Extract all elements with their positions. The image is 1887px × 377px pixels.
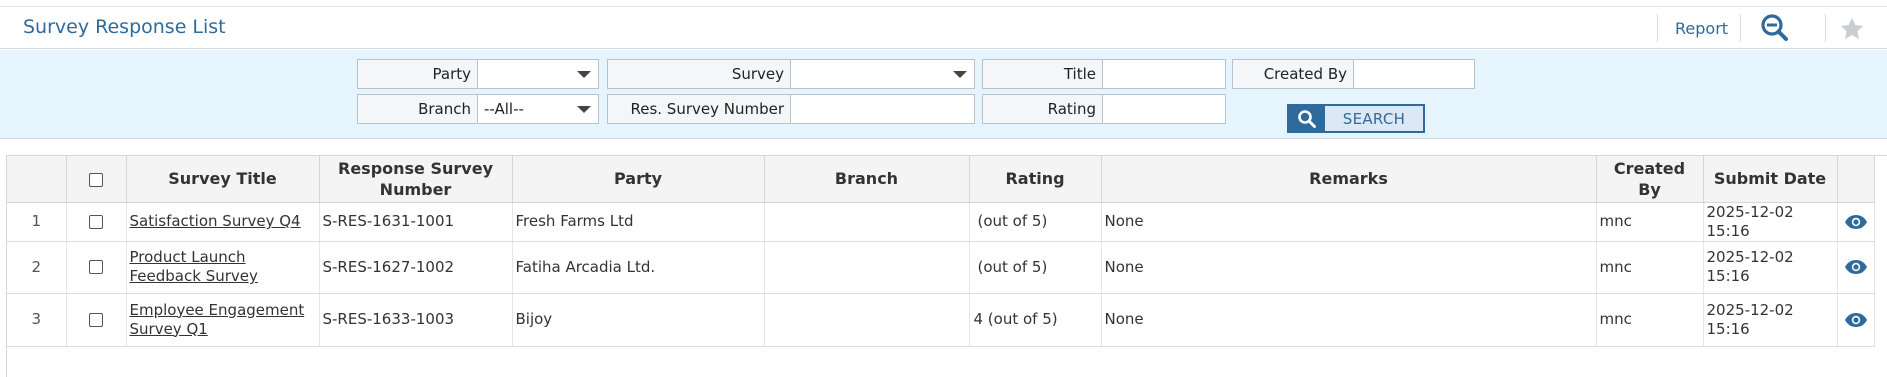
zoom-out-icon[interactable] [1760, 13, 1790, 43]
select-all-checkbox-cell [66, 156, 127, 203]
table-row: 3 Employee Engagement Survey Q1 S-RES-16… [7, 293, 1875, 347]
chevron-down-icon [953, 71, 967, 78]
remarks-header[interactable]: Remarks [1101, 156, 1597, 203]
row-checkbox[interactable] [89, 260, 103, 274]
report-link[interactable]: Report [1675, 19, 1728, 38]
response-number-cell: S-RES-1627-1002 [319, 241, 513, 294]
title-input[interactable] [1103, 60, 1225, 88]
row-number: 2 [7, 241, 67, 294]
search-icon [1289, 106, 1325, 131]
survey-title-link[interactable]: Employee Engagement Survey Q1 [130, 301, 305, 338]
row-checkbox[interactable] [89, 214, 103, 229]
star-icon[interactable] [1838, 15, 1866, 43]
title-filter: Title [982, 59, 1226, 89]
branch-cell [764, 293, 970, 347]
chevron-down-icon [577, 71, 591, 78]
branch-cell [764, 202, 970, 242]
survey-select[interactable] [791, 60, 974, 88]
survey-title-cell: Product Launch Feedback Survey [126, 241, 320, 294]
row-number: 3 [7, 293, 67, 347]
actions-header [1837, 156, 1875, 203]
row-number: 1 [7, 202, 67, 242]
party-cell: Fresh Farms Ltd [512, 202, 765, 242]
party-cell: Bijoy [512, 293, 765, 347]
header-divider [1825, 14, 1826, 42]
survey-title-link[interactable]: Satisfaction Survey Q4 [130, 212, 301, 230]
row-checkbox-cell [66, 293, 127, 347]
table-row: 2 Product Launch Feedback Survey S-RES-1… [7, 241, 1875, 294]
response-number-cell: S-RES-1633-1003 [319, 293, 513, 347]
submit-date-cell: 2025-12-02 15:16 [1703, 241, 1838, 294]
created-by-input[interactable] [1354, 60, 1474, 88]
rating-input[interactable] [1103, 95, 1225, 123]
remarks-cell: None [1101, 293, 1597, 347]
branch-label: Branch [358, 95, 478, 123]
created-by-filter: Created By [1232, 59, 1475, 89]
party-label: Party [358, 60, 478, 88]
view-action-cell [1837, 293, 1875, 347]
rating-cell: (out of 5) [969, 241, 1102, 294]
submit-date-header[interactable]: Submit Date [1703, 156, 1838, 203]
party-filter: Party [357, 59, 599, 89]
survey-response-table: Survey Title Response Survey Number Part… [6, 155, 1887, 377]
rating-cell: (out of 5) [969, 202, 1102, 242]
eye-icon[interactable] [1844, 312, 1868, 328]
row-number-header [7, 156, 67, 203]
page-title: Survey Response List [23, 16, 226, 38]
survey-title-cell: Satisfaction Survey Q4 [126, 202, 320, 242]
survey-title-header[interactable]: Survey Title [126, 156, 320, 203]
chevron-down-icon [577, 106, 591, 113]
party-select[interactable] [478, 60, 598, 88]
res-survey-number-label: Res. Survey Number [608, 95, 791, 123]
branch-select[interactable]: --All-- [478, 95, 598, 123]
search-button[interactable]: SEARCH [1287, 104, 1425, 133]
filter-panel: Party Survey Title Created By Branch --A… [0, 50, 1887, 139]
survey-filter: Survey [607, 59, 975, 89]
response-number-header[interactable]: Response Survey Number [319, 156, 513, 203]
view-action-cell [1837, 241, 1875, 294]
rating-cell: 4 (out of 5) [969, 293, 1102, 347]
submit-date-cell: 2025-12-02 15:16 [1703, 202, 1838, 242]
rating-header[interactable]: Rating [969, 156, 1102, 203]
survey-title-link[interactable]: Product Launch Feedback Survey [130, 248, 258, 285]
survey-title-cell: Employee Engagement Survey Q1 [126, 293, 320, 347]
submit-date-cell: 2025-12-02 15:16 [1703, 293, 1838, 347]
header-divider [1657, 14, 1658, 42]
created-by-label: Created By [1233, 60, 1354, 88]
search-button-label: SEARCH [1342, 109, 1406, 128]
created-by-header[interactable]: Created By [1596, 156, 1704, 203]
eye-icon[interactable] [1844, 259, 1868, 275]
branch-cell [764, 241, 970, 294]
rating-filter: Rating [982, 94, 1226, 124]
rating-label: Rating [983, 95, 1103, 123]
created-by-cell: mnc [1596, 202, 1704, 242]
view-action-cell [1837, 202, 1875, 242]
branch-filter: Branch --All-- [357, 94, 599, 124]
table-header-row: Survey Title Response Survey Number Part… [7, 156, 1875, 203]
row-checkbox-cell [66, 202, 127, 242]
remarks-cell: None [1101, 241, 1597, 294]
table-row: 1 Satisfaction Survey Q4 S-RES-1631-1001… [7, 202, 1875, 242]
header-divider [1740, 14, 1741, 42]
branch-select-value: --All-- [484, 100, 524, 118]
response-number-cell: S-RES-1631-1001 [319, 202, 513, 242]
row-checkbox-cell [66, 241, 127, 294]
page-header: Survey Response List Report [0, 7, 1887, 49]
eye-icon[interactable] [1844, 214, 1868, 230]
remarks-cell: None [1101, 202, 1597, 242]
branch-header[interactable]: Branch [764, 156, 970, 203]
survey-label: Survey [608, 60, 791, 88]
party-cell: Fatiha Arcadia Ltd. [512, 241, 765, 294]
res-survey-number-filter: Res. Survey Number [607, 94, 975, 124]
created-by-cell: mnc [1596, 241, 1704, 294]
row-checkbox[interactable] [89, 312, 103, 327]
select-all-checkbox[interactable] [89, 172, 103, 187]
created-by-cell: mnc [1596, 293, 1704, 347]
res-survey-number-input[interactable] [791, 95, 974, 123]
title-label: Title [983, 60, 1103, 88]
party-header[interactable]: Party [512, 156, 765, 203]
